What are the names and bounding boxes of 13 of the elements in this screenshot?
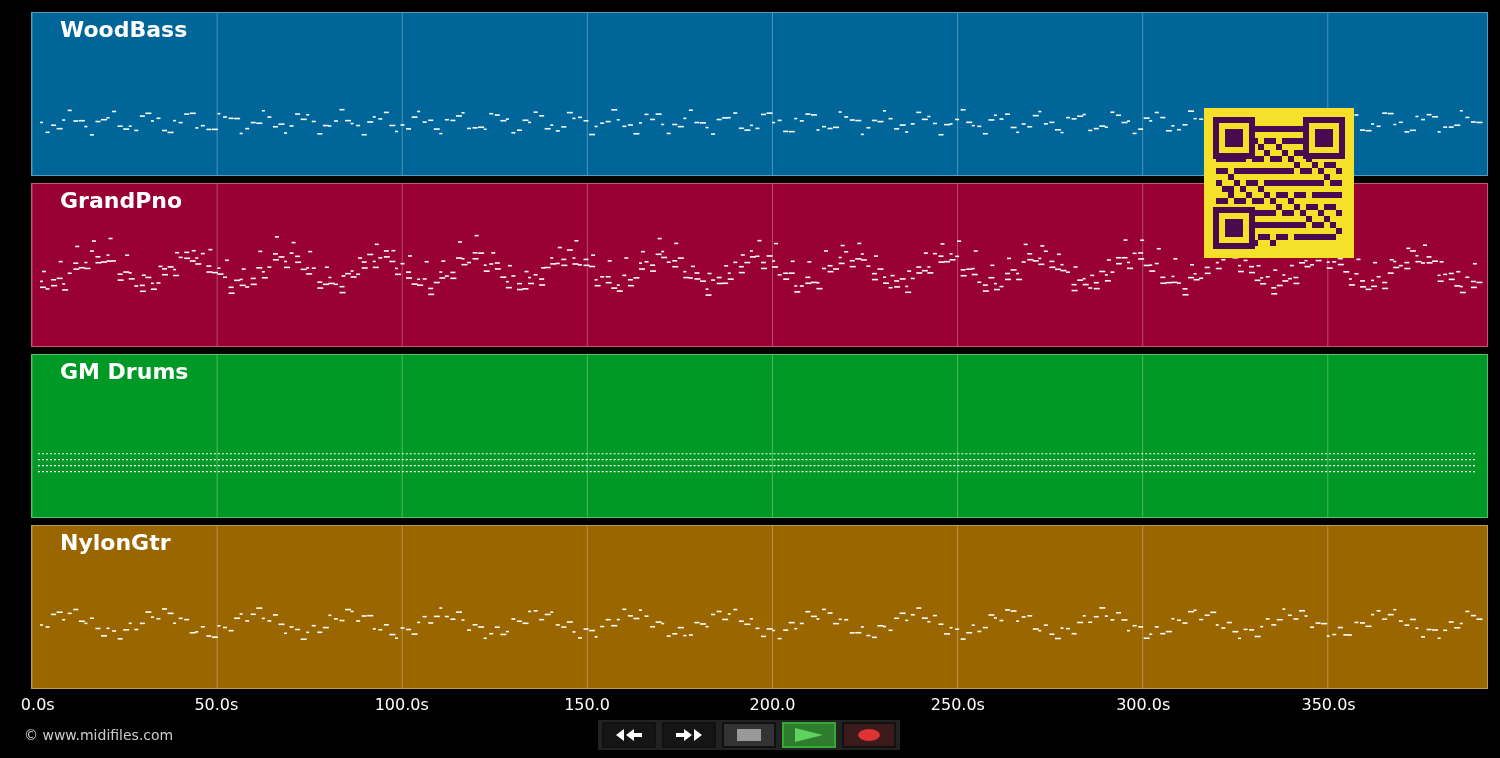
- track-name: GrandPno: [60, 188, 183, 213]
- time-label: 50.0s: [194, 695, 239, 714]
- time-label: 250.0s: [930, 695, 985, 714]
- copyright-text: © www.midifiles.com: [24, 727, 175, 743]
- time-label: 300.0s: [1116, 695, 1171, 714]
- track-name: WoodBass: [60, 17, 188, 42]
- time-label: 0.0s: [20, 695, 55, 714]
- time-label: 200.0: [749, 695, 796, 714]
- time-label: 150.0: [564, 695, 610, 714]
- time-label: 350.0s: [1301, 695, 1356, 714]
- time-label: 100.0s: [374, 695, 429, 714]
- track-name: GM Drums: [60, 359, 189, 384]
- track-name: NylonGtr: [60, 530, 171, 555]
